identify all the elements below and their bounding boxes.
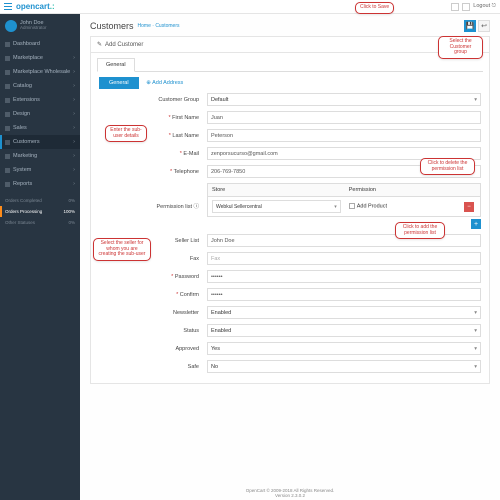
logout-link[interactable]: Logout ⎋ <box>473 3 496 10</box>
callout-seller: Select the seller for whom you are creat… <box>93 238 151 261</box>
approved-select[interactable]: Yes <box>207 342 481 355</box>
topbar: opencart.: Logout ⎋ <box>0 0 500 14</box>
nav-design[interactable]: Design› <box>0 107 80 121</box>
avatar <box>5 20 17 32</box>
customer-group-select[interactable]: Default <box>207 93 481 106</box>
nav-customers[interactable]: Customers› <box>0 135 80 149</box>
add-address-link[interactable]: ⊕ Add Address <box>146 80 183 86</box>
nav-dashboard[interactable]: Dashboard <box>0 37 80 51</box>
stat-completed: Orders Completed0% <box>0 195 80 206</box>
nav-reports[interactable]: Reports› <box>0 177 80 191</box>
permission-table: StorePermission Webkul Sellercentral Add… <box>207 183 481 217</box>
footer: OpenCart © 2009-2018 All Rights Reserved… <box>246 488 335 498</box>
stat-other: Other Statuses0% <box>0 217 80 228</box>
sidebar: John DoeAdministrator Dashboard Marketpl… <box>0 14 80 500</box>
notification-icon[interactable] <box>451 3 459 11</box>
back-button[interactable]: ↩ <box>478 20 490 32</box>
page-title: Customers <box>90 21 134 31</box>
safe-select[interactable]: No <box>207 360 481 373</box>
logo[interactable]: opencart.: <box>16 2 55 11</box>
save-button[interactable]: 💾 <box>464 20 476 32</box>
store-select[interactable]: Webkul Sellercentral <box>212 200 341 213</box>
menu-icon[interactable] <box>4 3 12 11</box>
nav-system[interactable]: System› <box>0 163 80 177</box>
pencil-icon: ✎ <box>97 41 102 48</box>
subtab-general[interactable]: General <box>99 77 139 89</box>
user-block: John DoeAdministrator <box>0 18 80 37</box>
first-name-input[interactable]: Juan <box>207 111 481 124</box>
nav-sales[interactable]: Sales› <box>0 121 80 135</box>
nav-marketing[interactable]: Marketing› <box>0 149 80 163</box>
perm-checkbox[interactable] <box>349 203 355 209</box>
nav-marketplace[interactable]: Marketplace› <box>0 51 80 65</box>
delete-perm-button[interactable]: − <box>464 202 474 212</box>
permission-row: Webkul Sellercentral Add Product − <box>208 197 480 216</box>
nav-catalog[interactable]: Catalog› <box>0 79 80 93</box>
callout-group: Select the Customer group <box>438 36 483 59</box>
callout-add: Click to add the permission list <box>395 222 445 239</box>
password-input[interactable]: •••••• <box>207 270 481 283</box>
stat-processing: Orders Processing100% <box>0 206 80 217</box>
confirm-input[interactable]: •••••• <box>207 288 481 301</box>
breadcrumb[interactable]: Home · Customers <box>138 23 180 29</box>
fax-input[interactable]: Fax <box>207 252 481 265</box>
tab-general[interactable]: General <box>97 58 135 72</box>
nav-extensions[interactable]: Extensions› <box>0 93 80 107</box>
callout-enter: Enter the sub-user details <box>105 125 147 142</box>
nav-wholesale[interactable]: Marketplace Wholesale› <box>0 65 80 79</box>
add-perm-button[interactable]: + <box>471 219 481 229</box>
status-select[interactable]: Enabled <box>207 324 481 337</box>
panel: ✎Add Customer General General ⊕ Add Addr… <box>90 36 490 384</box>
map-icon[interactable] <box>462 3 470 11</box>
newsletter-select[interactable]: Enabled <box>207 306 481 319</box>
callout-del: Click to delete the permission list <box>420 158 475 175</box>
last-name-input[interactable]: Peterson <box>207 129 481 142</box>
callout-save: Click to Save <box>355 2 394 14</box>
